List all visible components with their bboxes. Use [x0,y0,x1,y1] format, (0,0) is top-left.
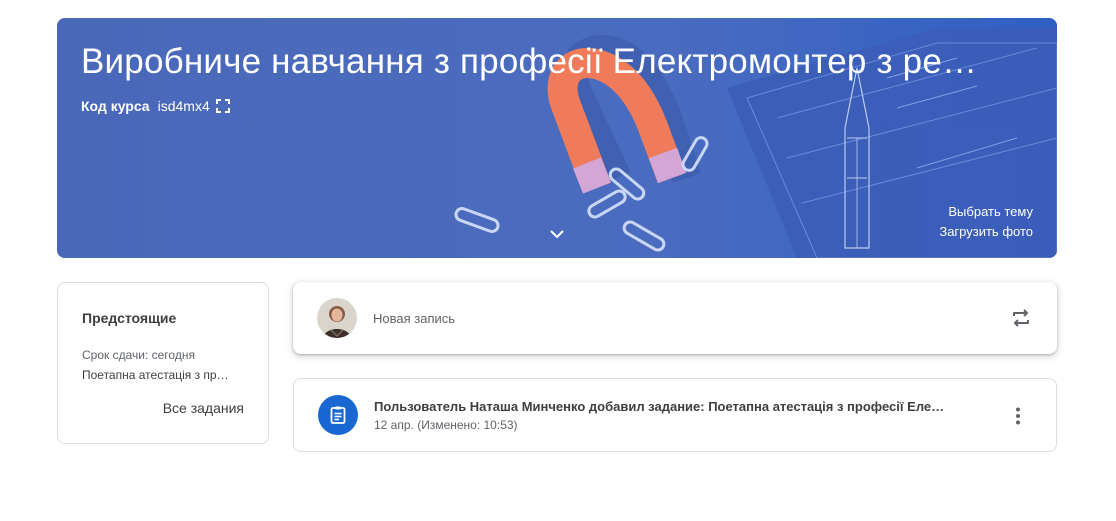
course-code-label: Код курса [81,98,150,114]
all-tasks-link[interactable]: Все задания [163,400,244,416]
more-vert-icon[interactable] [1006,404,1030,428]
upcoming-due-label: Срок сдачи: сегодня [82,348,195,362]
assignment-icon [318,395,358,435]
stream-item-text: Пользователь Наташа Минченко добавил зад… [374,399,994,432]
upcoming-card: Предстоящие Срок сдачи: сегодня Поетапна… [57,282,269,444]
chevron-down-icon[interactable] [547,226,567,242]
upload-photo-link[interactable]: Загрузить фото [939,224,1033,239]
new-post-composer[interactable]: Новая запись [293,282,1057,354]
course-code: Код курса isd4mx4 [81,97,232,115]
select-theme-link[interactable]: Выбрать тему [948,204,1033,219]
course-code-value: isd4mx4 [157,98,210,114]
avatar [317,298,357,338]
upcoming-title: Предстоящие [82,310,177,326]
course-banner: Виробниче навчання з професії Електромон… [57,18,1057,258]
stream-item-date: 12 апр. (Изменено: 10:53) [374,417,518,432]
fullscreen-icon[interactable] [214,97,232,115]
stream-item-title[interactable]: Пользователь Наташа Минченко добавил зад… [374,399,994,414]
stream-item[interactable]: Пользователь Наташа Минченко добавил зад… [293,378,1057,452]
repost-icon[interactable] [1009,306,1033,330]
course-title: Виробниче навчання з професії Електромон… [81,42,978,81]
new-post-input[interactable]: Новая запись [373,311,1057,326]
upcoming-assignment-link[interactable]: Поетапна атестація з пр… [82,368,246,382]
